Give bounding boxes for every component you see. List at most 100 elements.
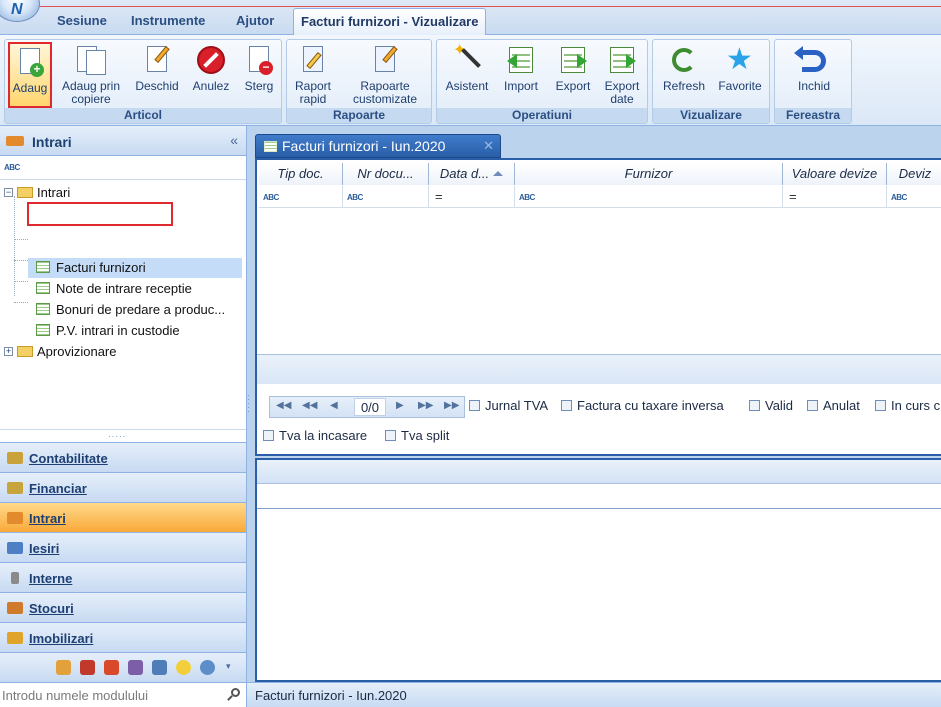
nav-intrari[interactable]: Intrari — [0, 502, 246, 532]
tree-node-bonuri-de-predare[interactable]: Bonuri de predare a produc... — [36, 300, 225, 320]
column-tip-doc[interactable]: Tip doc. — [259, 163, 343, 185]
inchid-button[interactable]: Inchid — [789, 42, 839, 108]
grid-view-icon — [36, 324, 50, 336]
configure-buttons-icon[interactable]: ▾ — [226, 661, 234, 676]
vertical-splitter-grip[interactable]: · · · · · — [247, 392, 250, 416]
previous-record-icon[interactable]: ◀ — [330, 400, 338, 411]
checkbox-jurnal-tva[interactable]: Jurnal TVA — [469, 397, 548, 415]
app-logo-icon: N — [11, 1, 23, 18]
previous-page-icon[interactable]: ◀◀ — [302, 400, 317, 411]
tools-icon[interactable] — [80, 660, 95, 675]
tree-expand-toggle[interactable]: + — [4, 347, 13, 356]
document-area: Facturi furnizori - Iun.2020 ✕ Tip doc. … — [247, 126, 941, 682]
group-operatiuni: ✦ Asistent Import Export Export date Ope… — [436, 39, 648, 124]
column-furnizor[interactable]: Furnizor — [515, 163, 783, 185]
ribbon: + Adaug Adaug prin copiere Deschid Anule… — [0, 35, 941, 126]
nav-stocuri[interactable]: Stocuri — [0, 592, 246, 622]
id-card-icon[interactable] — [152, 660, 167, 675]
tree-node-note-de-intrare-receptie[interactable]: Note de intrare receptie — [36, 279, 192, 299]
grid-filter-row: ABC ABC = ABC = ABC — [259, 186, 941, 208]
import-button[interactable]: Import — [497, 42, 545, 108]
nav-imobilizari[interactable]: Imobilizari — [0, 622, 246, 652]
next-page-icon[interactable]: ▶▶ — [418, 400, 433, 411]
group-fereastra-label: Fereastra — [775, 108, 851, 123]
checkbox-in-curs[interactable]: In curs c — [875, 397, 940, 415]
anulez-button[interactable]: Anulez — [189, 42, 233, 108]
sterg-button[interactable]: − Sterg — [239, 42, 279, 108]
document-tab[interactable]: Facturi furnizori - Iun.2020 ✕ — [255, 134, 501, 158]
tree-node-intrari[interactable]: Intrari — [17, 183, 70, 203]
close-tab-icon[interactable]: ✕ — [483, 135, 494, 157]
next-record-icon[interactable]: ▶ — [396, 400, 404, 411]
grid-header: Tip doc. Nr docu... Data d... Furnizor V… — [259, 163, 941, 185]
group-fereastra: Inchid Fereastra — [774, 39, 852, 124]
first-record-icon[interactable]: ◀◀ — [276, 400, 291, 411]
favorite-button[interactable]: ★ Favorite — [713, 42, 767, 108]
worker-icon[interactable] — [56, 660, 71, 675]
grid-footer — [257, 354, 941, 384]
column-valoare-devize[interactable]: Valoare devize — [783, 163, 887, 185]
asistent-button[interactable]: ✦ Asistent — [441, 42, 493, 108]
boxes-icon — [7, 602, 23, 614]
lightbulb-icon[interactable] — [176, 660, 191, 675]
tree-node-aprovizionare[interactable]: Aprovizionare — [17, 342, 117, 362]
document-tab-title: Facturi furnizori - Iun.2020 — [282, 138, 446, 154]
grid-view-icon — [36, 282, 50, 294]
export-label: Export — [555, 79, 591, 93]
tree-collapse-toggle[interactable]: − — [4, 188, 13, 197]
sterg-label: Sterg — [244, 79, 274, 93]
column-nr-document[interactable]: Nr docu... — [343, 163, 429, 185]
filter-deviz[interactable]: ABC — [887, 186, 941, 208]
tree-node-pv-intrari-in-custodie[interactable]: P.V. intrari in custodie — [36, 321, 180, 341]
nav-iesiri[interactable]: Iesiri — [0, 532, 246, 562]
filter-furnizor[interactable]: ABC — [515, 186, 783, 208]
export-button[interactable]: Export — [549, 42, 597, 108]
rapoarte-customizate-label: Rapoarte customizate — [352, 79, 418, 106]
status-bar: Facturi furnizori - Iun.2020 — [247, 682, 941, 707]
users-icon[interactable] — [128, 660, 143, 675]
rapoarte-customizate-button[interactable]: Rapoarte customizate — [341, 42, 429, 108]
nav-contabilitate[interactable]: Contabilitate — [0, 442, 246, 472]
deschid-button[interactable]: Deschid — [132, 42, 182, 108]
gear-icon[interactable] — [200, 660, 215, 675]
tree-node-facturi-furnizori[interactable]: Facturi furnizori — [28, 258, 242, 278]
export-data-icon — [606, 44, 638, 76]
collapse-pane-button[interactable]: « — [230, 132, 238, 148]
filter-valoare-devize[interactable]: = — [783, 186, 887, 208]
filter-data-document[interactable]: = — [429, 186, 515, 208]
search-icon[interactable] — [231, 688, 240, 697]
export-icon — [557, 44, 589, 76]
checkbox-tva-la-incasare[interactable]: Tva la incasare — [263, 427, 367, 445]
nav-financiar[interactable]: Financiar — [0, 472, 246, 502]
edit-document-icon — [141, 44, 173, 76]
checkbox-tva-split[interactable]: Tva split — [385, 427, 449, 445]
tab-instrumente[interactable]: Instrumente — [131, 13, 205, 28]
column-data-document[interactable]: Data d... — [429, 163, 515, 185]
factory-icon[interactable] — [104, 660, 119, 675]
pane-splitter-grip[interactable]: ····· — [108, 432, 126, 441]
last-record-icon[interactable]: ▶▶ — [444, 400, 459, 411]
tab-ajutor[interactable]: Ajutor — [236, 13, 274, 28]
adaug-label: Adaug — [12, 81, 48, 95]
adaug-prin-copiere-button[interactable]: Adaug prin copiere — [56, 42, 126, 108]
invoices-grid: Tip doc. Nr docu... Data d... Furnizor V… — [255, 158, 941, 456]
close-window-icon — [794, 44, 830, 76]
refresh-button[interactable]: Refresh — [657, 42, 711, 108]
filter-tip-doc[interactable]: ABC — [259, 186, 343, 208]
checkbox-anulat[interactable]: Anulat — [807, 397, 860, 415]
record-position: 0/0 — [354, 398, 386, 416]
export-date-button[interactable]: Export date — [599, 42, 645, 108]
checkbox-valid[interactable]: Valid — [749, 397, 793, 415]
column-deviz[interactable]: Deviz — [887, 163, 941, 185]
adaug-button[interactable]: + Adaug — [8, 42, 52, 108]
module-search-input[interactable] — [2, 686, 228, 704]
tree-filter-row[interactable]: ABC — [0, 156, 246, 180]
checkbox-factura-cu-taxare-inversa[interactable]: Factura cu taxare inversa — [561, 397, 724, 415]
grid-view-icon — [264, 141, 277, 152]
tab-sesiune[interactable]: Sesiune — [57, 13, 107, 28]
filter-nr-document[interactable]: ABC — [343, 186, 429, 208]
nav-interne[interactable]: Interne — [0, 562, 246, 592]
raport-rapid-button[interactable]: Raport rapid — [291, 42, 335, 108]
tab-facturi-furnizori-vizualizare[interactable]: Facturi furnizori - Vizualizare — [293, 8, 487, 36]
text-filter-icon: ABC — [4, 163, 20, 172]
